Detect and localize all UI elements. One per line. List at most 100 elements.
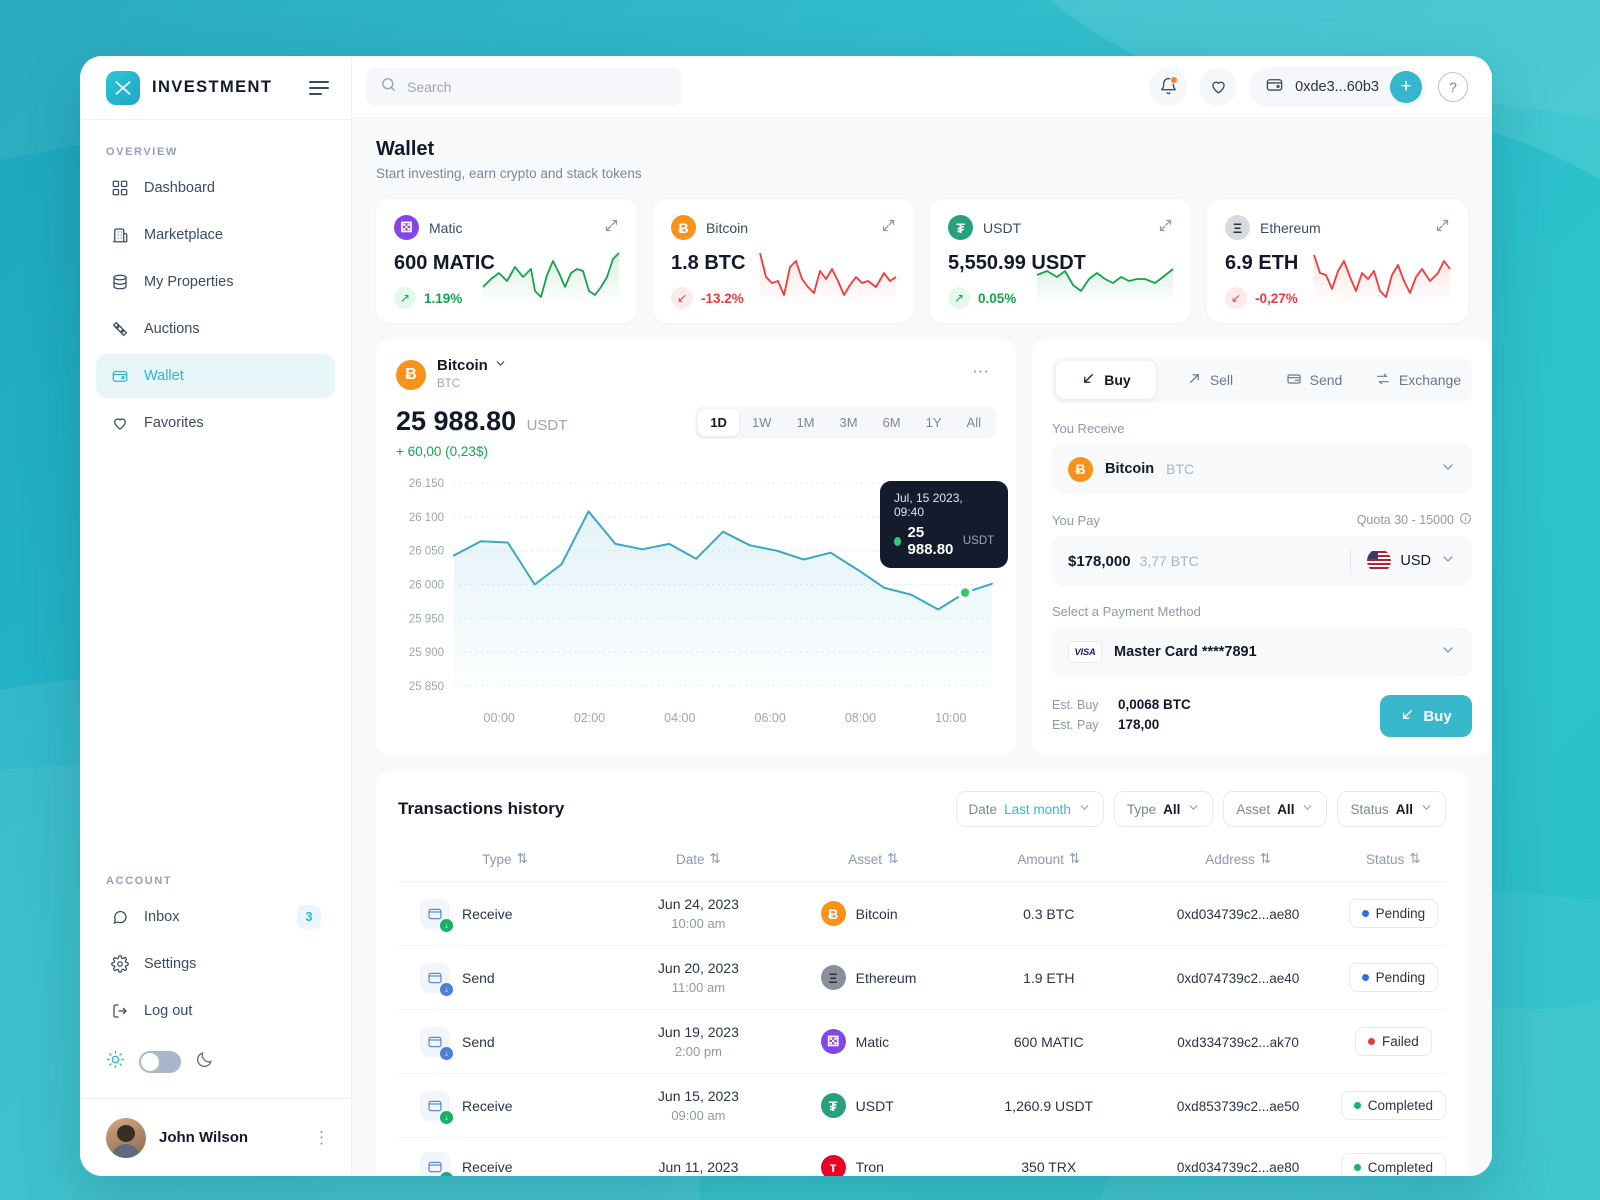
cell-address: 0xd034739c2...ae80 — [1135, 1137, 1341, 1176]
sidebar-item-settings[interactable]: Settings — [96, 942, 335, 986]
expand-icon[interactable] — [881, 218, 896, 238]
sidebar-item-my-properties[interactable]: My Properties — [96, 260, 335, 304]
transaction-address[interactable]: 0xd034739c2...ae80 — [1177, 907, 1299, 922]
asset-card-ethereum[interactable]: Ξ Ethereum 6.9 ETH ↙ -0,27% — [1207, 199, 1468, 324]
expand-icon[interactable] — [1435, 218, 1450, 238]
chart-header: Ƀ Bitcoin BTC ⋯ — [396, 357, 996, 392]
sidebar-item-auctions[interactable]: Auctions — [96, 307, 335, 351]
cell-status: Pending — [1340, 881, 1446, 947]
range-tab-1d[interactable]: 1D — [698, 409, 739, 437]
ethereum-coin-icon: Ξ — [1225, 215, 1250, 241]
asset-card-usdt[interactable]: ₮ USDT 5,550.99 USDT ↗ 0.05% — [930, 199, 1191, 324]
expand-icon[interactable] — [1158, 218, 1173, 238]
table-row[interactable]: ↓ Send Jun 20, 2023 11:00 am Ξ Ethereum 1.9 ET… — [398, 945, 1446, 1011]
sidebar-item-wallet[interactable]: Wallet — [96, 354, 335, 398]
vertical-dots-icon[interactable]: ⋮ — [313, 1128, 331, 1148]
sort-asset: Asset ⇅ — [848, 851, 898, 867]
pay-amount-field[interactable]: $178,000 3,77 BTC USD — [1052, 536, 1472, 587]
col-label: Date — [675, 851, 705, 867]
table-row[interactable]: ↓ Send Jun 19, 2023 2:00 pm ⚄ Matic 600 MATIC 0… — [398, 1009, 1446, 1075]
status-badge: Failed — [1354, 1027, 1432, 1057]
quota-label-row: Quota 30 - 15000 — [1357, 512, 1472, 528]
range-tab-all[interactable]: All — [955, 409, 993, 436]
tab-exchange[interactable]: Exchange — [1368, 361, 1468, 399]
receive-coin-select[interactable]: Ƀ Bitcoin BTC — [1052, 444, 1472, 495]
asset-card-matic[interactable]: ⚄ Matic 600 MATIC ↗ 1.19% — [376, 199, 637, 324]
receive-coin-symbol: BTC — [1166, 461, 1195, 478]
transaction-asset: Bitcoin — [855, 905, 898, 922]
filter-type[interactable]: Type All — [1113, 791, 1214, 828]
chart-coin-selector[interactable]: Ƀ Bitcoin BTC — [396, 357, 507, 392]
filter-status[interactable]: Status All — [1337, 791, 1446, 828]
asset-card-bitcoin[interactable]: Ƀ Bitcoin 1.8 BTC ↙ -13.2% — [653, 199, 914, 324]
asset-card-name: Matic — [429, 219, 463, 236]
add-wallet-button[interactable]: + — [1390, 70, 1422, 103]
search-box[interactable] — [366, 67, 682, 106]
cell-asset: Ƀ Bitcoin — [784, 881, 962, 947]
moon-icon[interactable] — [195, 1050, 214, 1074]
price-chart[interactable]: 26 150 26 100 26 050 26 000 25 950 25 900 25 8… — [396, 475, 1009, 707]
col-asset[interactable]: Asset ⇅ — [784, 841, 962, 883]
wallet-address-pill[interactable]: 0xde3...60b3 + — [1249, 66, 1426, 107]
col-type[interactable]: Type ⇅ — [398, 841, 613, 883]
visa-icon: VISA — [1068, 641, 1102, 664]
cell-type: ↓ Receive — [398, 1073, 613, 1139]
range-tab-3m[interactable]: 3M — [828, 409, 870, 436]
favorites-button[interactable] — [1199, 67, 1238, 106]
expand-icon[interactable] — [604, 218, 619, 238]
ellipsis-icon[interactable]: ⋯ — [966, 357, 996, 387]
filter-date[interactable]: Date Last month — [955, 791, 1104, 828]
cell-type: ↓ Receive — [398, 1137, 613, 1176]
trend-up-icon: ↗ — [394, 287, 416, 310]
buy-button-label: Buy — [1423, 707, 1452, 725]
range-tab-1y[interactable]: 1Y — [914, 409, 954, 436]
search-input[interactable] — [407, 78, 668, 95]
tab-sell[interactable]: Sell — [1160, 361, 1260, 399]
transaction-address[interactable]: 0xd034739c2...ae80 — [1177, 1160, 1299, 1175]
sidebar-collapse-button[interactable] — [309, 80, 329, 95]
info-icon[interactable] — [1459, 512, 1472, 528]
sidebar-item-inbox[interactable]: Inbox 3 — [96, 895, 335, 939]
cell-amount: 1.9 ETH — [962, 945, 1136, 1011]
sidebar-item-marketplace[interactable]: Marketplace — [96, 213, 335, 257]
tab-buy[interactable]: Buy — [1056, 361, 1156, 400]
transaction-time: 09:00 am — [671, 1108, 726, 1124]
range-tab-1m[interactable]: 1M — [784, 409, 826, 436]
tab-send[interactable]: Send — [1264, 361, 1364, 399]
transaction-address[interactable]: 0xd074739c2...ae40 — [1177, 971, 1299, 986]
theme-toggle[interactable] — [139, 1051, 181, 1073]
table-row[interactable]: ↓ Receive Jun 11, 2023 ᴛ Tron 350 TRX 0xd03473… — [398, 1137, 1446, 1176]
sparkline-bitcoin — [759, 253, 897, 306]
sidebar-item-favorites[interactable]: Favorites — [96, 401, 335, 445]
currency-select[interactable]: USD — [1350, 547, 1472, 576]
buy-button[interactable]: Buy — [1380, 695, 1472, 738]
sidebar-item-label: Favorites — [144, 415, 204, 431]
transaction-type: Send — [462, 1033, 495, 1050]
wallet-transaction-icon: ↓ — [420, 898, 453, 932]
chevron-down-icon[interactable] — [494, 357, 507, 374]
theme-switch-row — [80, 1036, 351, 1098]
table-row[interactable]: ↓ Receive Jun 24, 2023 10:00 am Ƀ Bitcoin 0.3 … — [398, 881, 1446, 947]
table-row[interactable]: ↓ Receive Jun 15, 2023 09:00 am ₮ USDT 1,260.9… — [398, 1073, 1446, 1139]
filter-asset[interactable]: Asset All — [1223, 791, 1328, 828]
sort-amount: Amount ⇅ — [1017, 851, 1080, 867]
payment-method-select[interactable]: VISA Master Card ****7891 — [1052, 627, 1472, 678]
pay-amount-value: $178,000 — [1068, 552, 1131, 570]
grid-icon — [110, 178, 130, 198]
range-tab-1w[interactable]: 1W — [740, 409, 784, 436]
col-date[interactable]: Date ⇅ — [612, 841, 785, 883]
help-button[interactable]: ? — [1438, 71, 1468, 102]
status-badge: Pending — [1348, 963, 1439, 993]
notifications-button[interactable] — [1149, 67, 1188, 106]
sidebar-item-log-out[interactable]: Log out — [96, 989, 335, 1033]
col-address[interactable]: Address ⇅ — [1135, 841, 1341, 883]
transaction-address[interactable]: 0xd853739c2...ae50 — [1177, 1099, 1299, 1114]
table-header-row: Type ⇅ Date ⇅ Asset ⇅ Amount ⇅ Address ⇅ Stat… — [398, 841, 1446, 883]
transaction-address[interactable]: 0xd334739c2...ak70 — [1177, 1035, 1299, 1050]
sun-icon[interactable] — [106, 1050, 125, 1074]
col-status[interactable]: Status ⇅ — [1340, 841, 1446, 883]
range-tab-6m[interactable]: 6M — [871, 409, 913, 436]
sidebar-item-dashboard[interactable]: Dashboard — [96, 166, 335, 210]
profile-row[interactable]: John Wilson ⋮ — [80, 1098, 351, 1176]
col-amount[interactable]: Amount ⇅ — [962, 841, 1136, 883]
